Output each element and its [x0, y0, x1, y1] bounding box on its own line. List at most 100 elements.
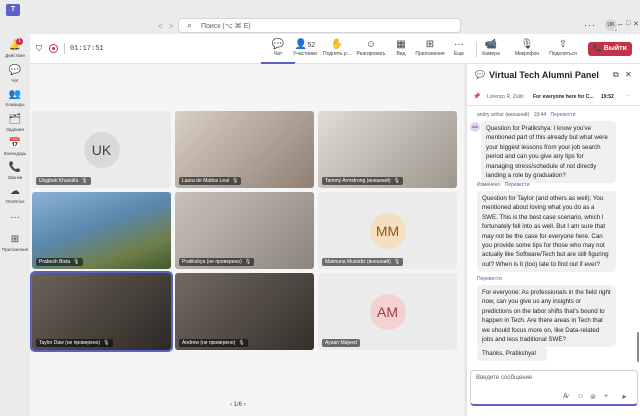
participant-name: Ulugbek Khairulla 🎙 — [36, 177, 91, 185]
microphone-button[interactable]: 🎙 Микрофон — [510, 39, 544, 57]
tool-label: Еще — [453, 51, 465, 57]
chat-icon: 💬 — [8, 65, 22, 76]
avatar: AM — [369, 293, 406, 330]
translate-link[interactable]: Перевести — [551, 112, 576, 118]
message-meta: Перевести — [477, 276, 502, 282]
back-arrow-icon[interactable]: < — [158, 22, 169, 31]
recording-icon — [49, 44, 58, 53]
meeting-toolbar: ⛉ 01:17:51 💬 Чат 👤52 Участники ✋ Поднять… — [30, 34, 640, 64]
search-icon: ⌕ — [187, 20, 193, 30]
camera-button[interactable]: 📹 Камера — [474, 39, 508, 57]
mic-off-icon: 🎙 — [393, 259, 401, 265]
camera-icon: 📹 — [484, 39, 498, 50]
avatar: AA — [470, 122, 480, 132]
chat-title: Virtual Tech Alumni Panel — [489, 70, 599, 80]
more-actions-button[interactable]: ··· Еще — [442, 39, 476, 57]
minimize-icon[interactable]: – — [618, 20, 622, 29]
search-box[interactable]: ⌕ Поиск (⌥ ⌘ E) — [178, 18, 461, 33]
participant-tile[interactable]: AM Ayaan Majeed — [318, 273, 457, 350]
chat-header: 💬 Virtual Tech Alumni Panel ⧉ ✕ — [467, 64, 640, 86]
popout-icon[interactable]: ⧉ — [613, 70, 619, 80]
calendar-icon: 📅 — [8, 138, 22, 149]
close-icon[interactable]: ✕ — [625, 70, 632, 79]
participant-name-text: Maimuna Mustafiz (внешний) — [325, 259, 391, 265]
format-icon[interactable]: A̷ — [563, 393, 568, 400]
rail-item-onedrive[interactable]: ☁ OneDrive — [0, 186, 30, 204]
raise-hand-button[interactable]: ✋ Поднять р... — [320, 39, 354, 57]
maximize-icon[interactable]: □ — [626, 20, 630, 27]
more-icon: ··· — [454, 39, 464, 50]
rail-item-calendar[interactable]: 📅 Календарь — [0, 138, 30, 156]
pin-icon: 📌 — [473, 94, 481, 100]
message-author: andry arthur (внешний) — [477, 112, 530, 118]
share-button[interactable]: ⇧ Поделиться — [546, 39, 580, 57]
participants-button[interactable]: 👤52 Участники — [288, 39, 322, 57]
chat-message: Thanks, Pratikshya! — [477, 346, 547, 362]
translate-link[interactable]: Перевести — [477, 276, 502, 282]
rail-label: Действия — [5, 53, 25, 58]
rail-item-activity[interactable]: 🔔 1 Действия — [0, 38, 30, 58]
attach-plus-icon[interactable]: + — [604, 393, 608, 400]
profile-avatar[interactable]: UK — [605, 19, 618, 32]
assignments-icon: 🗂 — [8, 114, 22, 125]
pinned-message[interactable]: 📌 Lorenzo R. Zullo For everyone here for… — [467, 88, 640, 106]
rail-label: Команды — [5, 102, 25, 107]
translate-link[interactable]: Перевести — [505, 182, 530, 188]
participant-tile[interactable]: MM Maimuna Mustafiz (внешний) 🎙 — [318, 192, 457, 269]
rail-label: OneDrive — [5, 199, 25, 204]
leave-label: Выйти — [603, 45, 627, 52]
participant-tile[interactable]: Laura de Mattos Leal 🎙 — [175, 111, 314, 188]
notification-badge: 1 — [16, 38, 23, 45]
participant-name-text: Taylor Daw (не проверено) — [39, 340, 101, 346]
more-options-icon[interactable]: ··· — [584, 20, 596, 30]
phone-icon: 📞 — [8, 162, 22, 173]
participant-tile[interactable]: Pratikshya (не проверено) 🎙 — [175, 192, 314, 269]
shield-icon[interactable]: ⛉ — [36, 44, 42, 54]
participant-name: Taylor Daw (не проверено) 🎙 — [36, 339, 113, 347]
participant-name: Maimuna Mustafiz (внешний) 🎙 — [322, 258, 404, 266]
participant-tile[interactable]: Taylor Daw (не проверено) 🎙 — [30, 271, 173, 352]
participant-name: Andrew (не проверено) 🎙 — [179, 339, 248, 347]
participant-tile[interactable]: Andrew (не проверено) 🎙 — [175, 273, 314, 350]
react-button[interactable]: ☺ Реагировать — [354, 39, 388, 57]
mic-off-icon: 🎙 — [103, 340, 110, 346]
participant-tile[interactable]: Tammy Armstrong (внешний) 🎙 — [318, 111, 457, 188]
people-icon: 👤52 — [294, 39, 316, 50]
compose-placeholder: Введите сообщение — [476, 375, 533, 381]
close-window-icon[interactable]: ✕ — [633, 20, 639, 28]
rail-item-assignments[interactable]: 🗂 Задания — [0, 114, 30, 132]
message-composer[interactable]: Введите сообщение A̷ ☺ ⊚ + ➤ — [470, 370, 638, 406]
emoji-icon[interactable]: ☺ — [577, 393, 584, 400]
emoji-icon: ☺ — [365, 39, 377, 50]
app-rail: 🔔 1 Действия 💬 Чат 👥 Команды 🗂 Задания 📅 … — [0, 34, 30, 416]
next-page-icon[interactable]: › — [244, 402, 246, 408]
prev-page-icon[interactable]: ‹ — [230, 402, 232, 408]
participant-tile[interactable]: UK Ulugbek Khairulla 🎙 — [32, 111, 171, 188]
mic-off-icon: 🎙 — [81, 178, 88, 184]
participant-name-text: Andrew (не проверено) — [182, 340, 236, 346]
message-meta: andry arthur (внешний) 19:44 Перевести — [477, 112, 575, 118]
more-icon: ··· — [10, 212, 20, 223]
page-indicator: 1/6 — [233, 402, 243, 408]
message-edited: Изменено — [477, 182, 501, 188]
teams-icon: 👥 — [8, 89, 22, 100]
chat-icon: 💬 — [475, 70, 485, 79]
tool-label: Поднять р... — [323, 51, 351, 57]
scrollbar[interactable] — [637, 332, 639, 362]
rail-item-apps[interactable]: ⊞ Приложения — [0, 234, 30, 252]
rail-item-chat[interactable]: 💬 Чат — [0, 65, 30, 83]
more-options-icon[interactable]: ··· — [625, 93, 630, 99]
pinned-author: Lorenzo R. Zullo — [487, 94, 524, 100]
rail-item-calls[interactable]: 📞 Звонки — [0, 162, 30, 180]
rail-item-teams[interactable]: 👥 Команды — [0, 89, 30, 107]
rail-item-more[interactable]: ··· — [0, 212, 30, 224]
send-icon[interactable]: ➤ — [621, 393, 627, 401]
leave-button[interactable]: 📞 Выйти — [588, 42, 632, 56]
tool-label: Камера — [482, 51, 500, 57]
avatar: MM — [369, 212, 406, 249]
loop-icon[interactable]: ⊚ — [590, 393, 596, 401]
participant-tile[interactable]: Prabesh Bista 🎙 — [32, 192, 171, 269]
title-bar: T <> ⌕ Поиск (⌥ ⌘ E) ··· UK – □ ✕ — [0, 0, 640, 34]
profile-initials: UK — [607, 22, 615, 28]
participant-name: Laura de Mattos Leal 🎙 — [179, 177, 242, 185]
